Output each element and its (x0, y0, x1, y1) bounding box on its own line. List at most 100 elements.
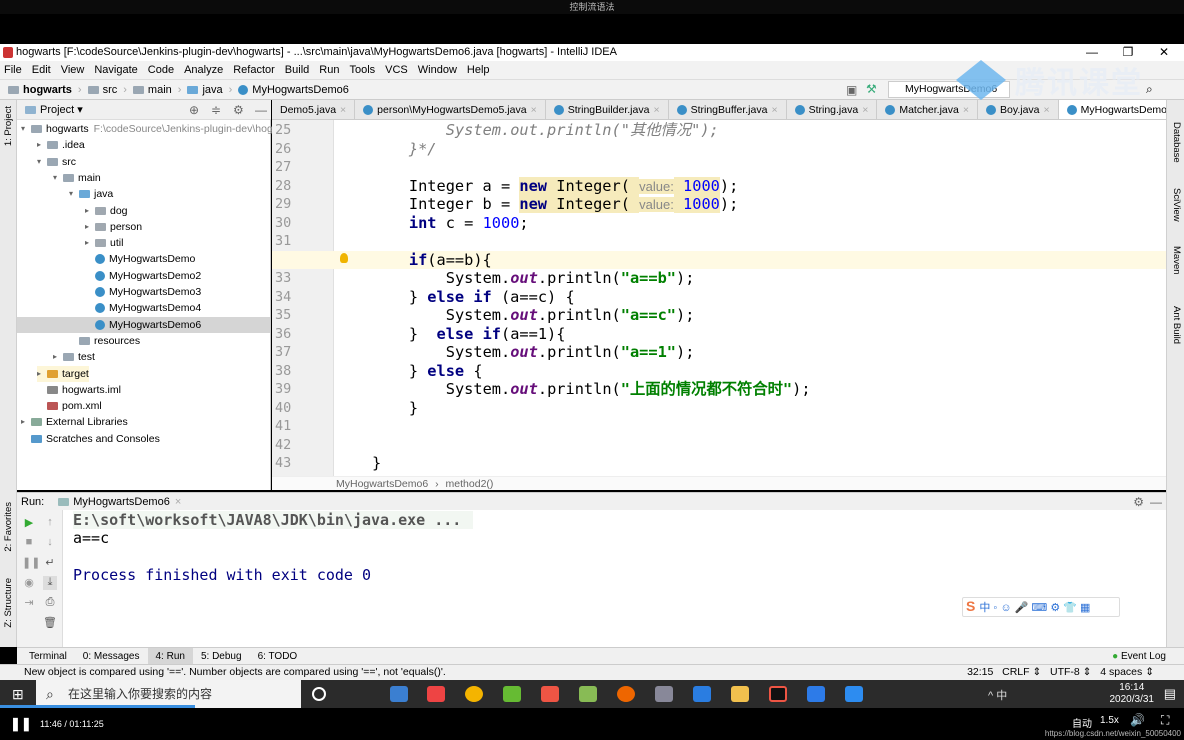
scroll-to-end-icon[interactable]: ⤓ (43, 576, 57, 590)
windows-start-icon[interactable]: ⊞ (12, 686, 24, 703)
tab-close-icon[interactable]: × (963, 100, 969, 119)
breadcrumb-class[interactable]: MyHogwartsDemo6 (336, 478, 428, 490)
sciview-tool-button[interactable]: SciView (1171, 188, 1182, 222)
editor-tab[interactable]: Matcher.java × (877, 100, 978, 119)
tool-run[interactable]: 4: Run (147, 647, 193, 665)
run-hide-icon[interactable]: — (1150, 495, 1162, 509)
tree-item[interactable]: ▸ target (37, 365, 89, 382)
quality-select[interactable]: 自动 (1072, 715, 1092, 730)
tree-item[interactable]: ▾ java (69, 186, 113, 202)
intellij-taskbar-icon[interactable] (769, 686, 787, 702)
search-icon[interactable]: ⌕ (1146, 82, 1153, 97)
app-icon[interactable] (390, 686, 408, 702)
app-icon[interactable] (541, 686, 559, 702)
tab-close-icon[interactable]: × (340, 100, 346, 119)
tree-item[interactable]: pom.xml (37, 398, 102, 414)
chevron-icon[interactable]: ▸ (53, 349, 63, 365)
stop-icon[interactable]: ■ (22, 536, 36, 550)
crumb-project[interactable]: hogwarts (8, 84, 72, 96)
lightbulb-icon[interactable] (340, 253, 348, 263)
breadcrumb-method[interactable]: method2() (446, 478, 494, 490)
tree-item[interactable]: MyHogwartsDemo4 (85, 300, 201, 316)
ubuntu-icon[interactable] (617, 686, 635, 702)
chevron-icon[interactable]: ▸ (37, 366, 47, 382)
app-icon[interactable] (579, 686, 597, 702)
editor-tab[interactable]: Boy.java × (978, 100, 1059, 119)
collapse-icon[interactable]: ≑ (211, 103, 221, 117)
wps-icon[interactable] (807, 686, 825, 702)
print-icon[interactable]: ⎙ (43, 596, 57, 610)
maven-tool-button[interactable]: Maven (1171, 246, 1182, 275)
editor-tab[interactable]: StringBuffer.java × (669, 100, 787, 119)
code-editor[interactable]: 25262728293031323334353637383940414243 S… (272, 120, 1166, 476)
favorites-tool-button[interactable]: 2: Favorites (3, 502, 14, 552)
editor-tab[interactable]: Demo5.java × (272, 100, 356, 119)
menu-file[interactable]: File (4, 64, 22, 76)
menu-tools[interactable]: Tools (349, 64, 375, 76)
menu-help[interactable]: Help (467, 64, 490, 76)
ime-toolbar[interactable]: S中 ◦ ☺ 🎤 ⌨ ⚙ 👕 ▦ (962, 597, 1120, 617)
menu-view[interactable]: View (61, 64, 85, 76)
app-icon[interactable] (655, 686, 673, 702)
file-encoding[interactable]: UTF-8 ⇕ (1050, 666, 1091, 678)
menu-refactor[interactable]: Refactor (233, 64, 275, 76)
chevron-icon[interactable]: ▾ (53, 170, 63, 186)
down-icon[interactable]: ↓ (43, 536, 57, 550)
tree-item[interactable]: MyHogwartsDemo2 (85, 268, 201, 284)
menu-navigate[interactable]: Navigate (94, 64, 137, 76)
tree-item[interactable]: ▾ hogwarts F:\codeSource\Jenkins-plugin-de… (21, 121, 273, 137)
speed-select[interactable]: 1.5x (1100, 715, 1119, 726)
tab-close-icon[interactable]: × (1044, 100, 1050, 119)
clock[interactable]: 16:14 2020/3/31 (1110, 682, 1155, 706)
rerun-icon[interactable]: ▶ (22, 516, 36, 530)
chevron-icon[interactable]: ▸ (85, 235, 95, 251)
pause-icon[interactable]: ❚❚ (22, 556, 40, 570)
gear-icon[interactable]: ⚙ (233, 103, 244, 117)
tree-item[interactable]: ▸ person (85, 219, 142, 235)
chevron-icon[interactable]: ▾ (69, 186, 79, 202)
tool-debug[interactable]: 5: Debug (193, 648, 250, 665)
build-hammer-icon[interactable]: ⚒ (866, 82, 877, 96)
tab-close-icon[interactable]: × (771, 100, 777, 119)
editor-tab[interactable]: StringBuilder.java × (546, 100, 669, 119)
volume-icon[interactable]: 🔊 (1130, 713, 1145, 727)
chevron-icon[interactable]: ▸ (85, 203, 95, 219)
run-console[interactable]: E:\soft\worksoft\JAVA8\JDK\bin\java.exe … (63, 510, 1166, 647)
cortana-icon[interactable] (312, 687, 326, 701)
project-view-select[interactable]: Project ▾ (40, 103, 83, 116)
tree-item[interactable]: MyHogwartsDemo (85, 251, 195, 267)
fullscreen-icon[interactable]: ⛶ (1161, 713, 1169, 728)
editor-tab[interactable]: person\MyHogwartsDemo5.java × (355, 100, 546, 119)
tree-item[interactable]: resources (69, 333, 140, 349)
event-log-button[interactable]: ● Event Log (1112, 651, 1166, 662)
tree-item[interactable]: ▸ dog (85, 203, 128, 219)
tool-messages[interactable]: 0: Messages (75, 648, 148, 665)
soft-wrap-icon[interactable]: ↵ (43, 556, 57, 570)
tool-terminal[interactable]: Terminal (21, 648, 75, 665)
tree-item[interactable]: ▾ src (37, 154, 76, 170)
close-button[interactable]: ✕ (1146, 44, 1182, 61)
crumb-main[interactable]: main (132, 84, 172, 96)
run-tab[interactable]: MyHogwartsDemo6 × (58, 496, 181, 508)
tree-item[interactable]: ▸ util (85, 235, 123, 251)
line-separator[interactable]: CRLF ⇕ (1002, 666, 1041, 678)
chrome-icon[interactable] (465, 686, 483, 702)
menu-build[interactable]: Build (285, 64, 309, 76)
menu-edit[interactable]: Edit (32, 64, 51, 76)
tree-item[interactable]: ▸ test (53, 349, 95, 365)
camera-icon[interactable]: ◉ (22, 576, 36, 590)
vscode-icon[interactable] (693, 686, 711, 702)
layout-icon[interactable]: ▣ (846, 83, 857, 97)
system-tray[interactable]: ^ 中 (988, 687, 1007, 703)
menu-analyze[interactable]: Analyze (184, 64, 223, 76)
project-tool-button[interactable]: 1: Project (3, 106, 14, 146)
tree-item[interactable]: MyHogwartsDemo3 (85, 284, 201, 300)
indent-setting[interactable]: 4 spaces ⇕ (1100, 666, 1154, 678)
trash-icon[interactable]: 🗑 (43, 616, 57, 630)
crumb-class[interactable]: MyHogwartsDemo6 (238, 84, 349, 96)
notification-icon[interactable]: ▤ (1164, 686, 1176, 702)
menu-run[interactable]: Run (319, 64, 339, 76)
menu-window[interactable]: Window (418, 64, 457, 76)
crumb-java[interactable]: java (187, 84, 223, 96)
menu-vcs[interactable]: VCS (385, 64, 408, 76)
